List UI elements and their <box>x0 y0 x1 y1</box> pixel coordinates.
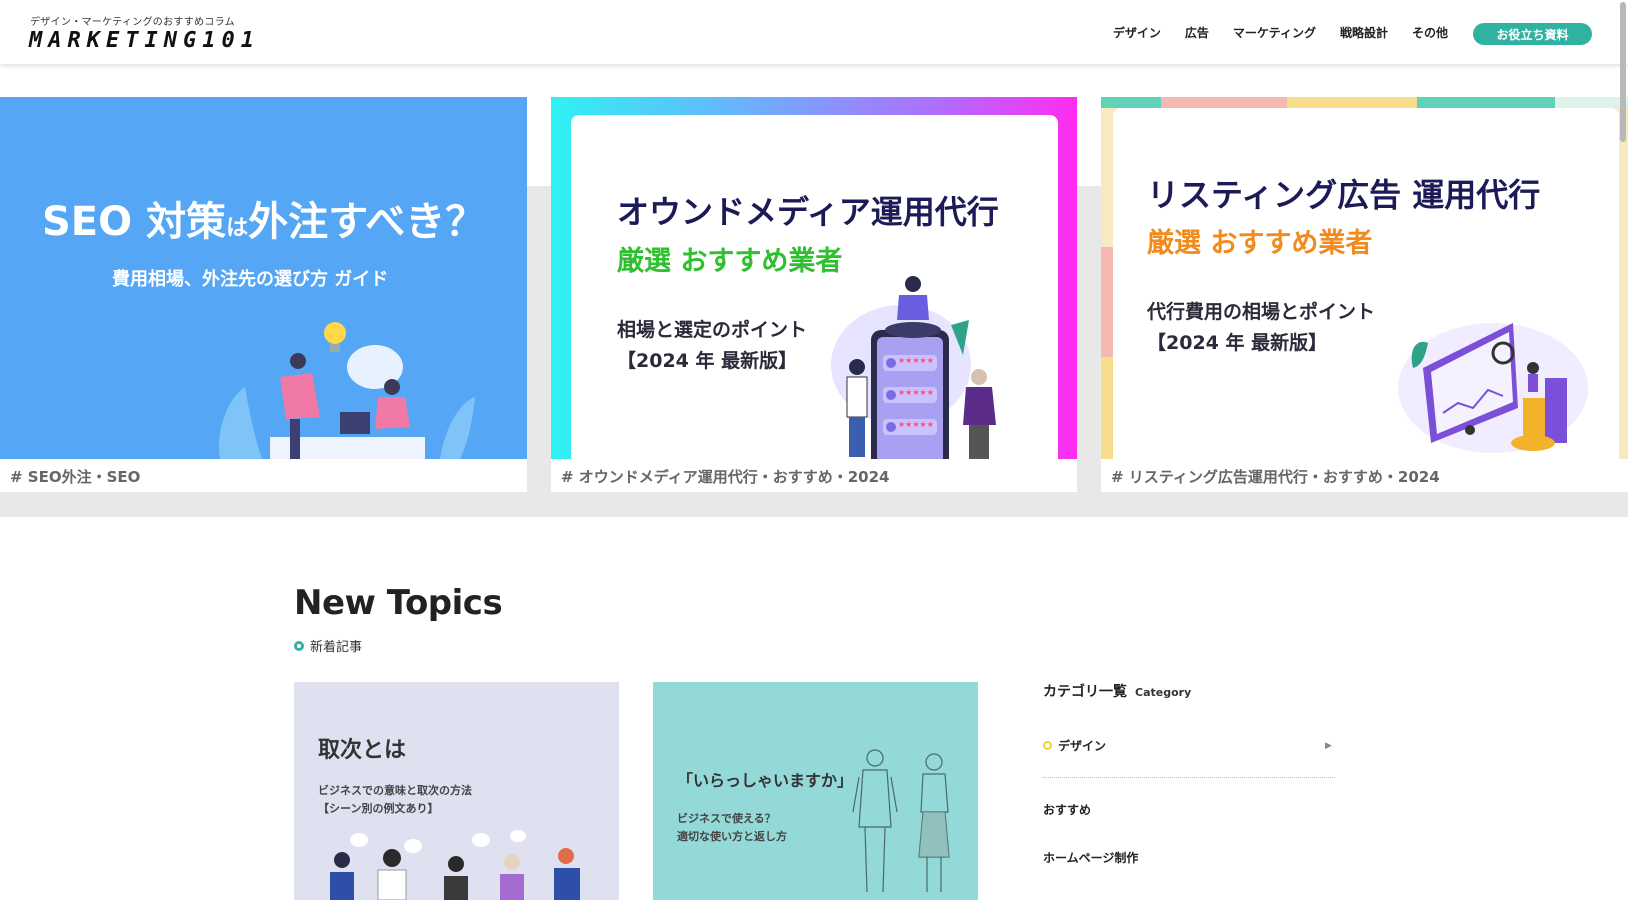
section-title: New Topics <box>294 583 503 623</box>
category-item-label: ホームページ制作 <box>1043 851 1139 865</box>
site-logo[interactable]: MARKETING101 <box>29 28 260 53</box>
nav-item-marketing[interactable]: マーケティング <box>1233 24 1316 41</box>
hero-card-listing-ads-tag[interactable]: # リスティング広告運用代行・おすすめ・2024 <box>1111 466 1440 487</box>
people-illustration-icon <box>219 322 475 459</box>
hero-card-owned-media-tag[interactable]: # オウンドメディア運用代行・おすすめ・2024 <box>561 466 890 487</box>
nav-item-ads[interactable]: 広告 <box>1185 24 1209 41</box>
main-nav: デザイン 広告 マーケティング 戦略設計 その他 <box>1113 24 1448 41</box>
site-header: デザイン・マーケティングのおすすめコラム MARKETING101 デザイン 広… <box>0 0 1628 64</box>
category-item-label: おすすめ <box>1043 803 1092 817</box>
circle-bullet-icon <box>294 640 304 651</box>
category-item-design[interactable]: デザイン <box>1043 737 1106 754</box>
section-subtitle: 新着記事 <box>294 636 362 655</box>
page-scrollbar[interactable] <box>1620 2 1626 142</box>
article-card[interactable]: 取次とは ビジネスでの意味と取次の方法 【シーン別の例文あり】 <box>294 682 619 900</box>
phone-review-illustration-icon <box>831 276 996 459</box>
expand-arrow-icon[interactable]: ▶ <box>1325 741 1332 751</box>
category-heading-label: カテゴリ一覧 <box>1043 684 1127 700</box>
staff-sketch-illustration-icon <box>852 749 950 893</box>
review-stars: ★★★★★ <box>898 388 934 397</box>
category-item-recommended[interactable]: おすすめ <box>1043 801 1091 818</box>
business-people-illustration-icon <box>330 830 580 900</box>
nav-item-design[interactable]: デザイン <box>1113 24 1161 41</box>
hero-card-listing-ads[interactable]: リスティング広告 運用代行 厳選 おすすめ業者 代行費用の相場とポイント 【202… <box>1101 97 1628 492</box>
hero-card-owned-media-image: オウンドメディア運用代行 厳選 おすすめ業者 相場と選定のポイント 【2024 年… <box>551 97 1077 459</box>
review-stars: ★★★★★ <box>898 356 934 365</box>
category-item-label: デザイン <box>1058 739 1107 753</box>
hero-card-listing-ads-panel: リスティング広告 運用代行 厳選 おすすめ業者 代行費用の相場とポイント 【202… <box>1113 108 1619 459</box>
divider <box>1043 777 1335 778</box>
dashboard-illustration-icon <box>1398 323 1588 453</box>
nav-item-strategy[interactable]: 戦略設計 <box>1340 24 1388 41</box>
hero-card-seo-image: SEO 対策は外注すべき？ 費用相場、外注先の選び方 ガイド <box>0 97 527 459</box>
section-subtitle-label: 新着記事 <box>310 640 363 655</box>
review-stars: ★★★★★ <box>898 420 934 429</box>
hero-card-listing-ads-image: リスティング広告 運用代行 厳選 おすすめ業者 代行費用の相場とポイント 【202… <box>1101 97 1628 459</box>
hero-card-seo[interactable]: SEO 対策は外注すべき？ 費用相場、外注先の選び方 ガイド # SEO外注・S… <box>0 97 527 492</box>
article-card[interactable]: 「いらっしゃいますか」 ビジネスで使える？ 適切な使い方と返し方 <box>653 682 978 900</box>
resources-button[interactable]: お役立ち資料 <box>1473 23 1592 45</box>
nav-item-other[interactable]: その他 <box>1412 24 1448 41</box>
hero-card-owned-media-panel: オウンドメディア運用代行 厳選 おすすめ業者 相場と選定のポイント 【2024 年… <box>571 115 1058 459</box>
hero-card-seo-tag[interactable]: # SEO外注・SEO <box>10 466 140 487</box>
hero-card-owned-media[interactable]: オウンドメディア運用代行 厳選 おすすめ業者 相場と選定のポイント 【2024 年… <box>551 97 1077 492</box>
circle-bullet-icon <box>1043 741 1052 750</box>
category-item-homepage[interactable]: ホームページ制作 <box>1043 849 1138 866</box>
site-tagline: デザイン・マーケティングのおすすめコラム <box>30 17 235 28</box>
category-heading: カテゴリ一覧 Category <box>1043 681 1191 701</box>
category-heading-en: Category <box>1135 686 1192 699</box>
